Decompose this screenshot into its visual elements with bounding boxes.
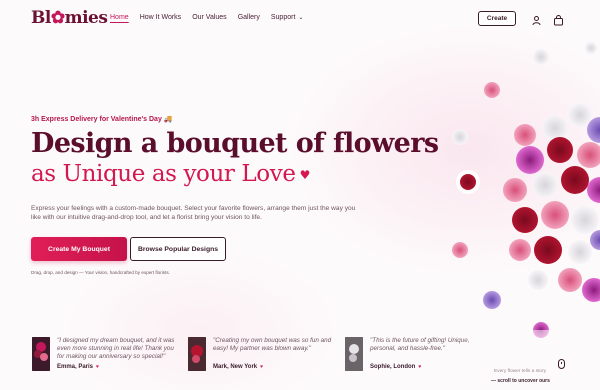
user-icon[interactable] [531, 13, 542, 26]
nav-support-label: Support [270, 14, 296, 21]
nav-home[interactable]: Home [110, 14, 129, 21]
site-header: Bl✿mies Home How It Works Our Values Gal… [0, 0, 600, 38]
flower [571, 206, 599, 234]
browse-popular-designs-button[interactable]: Browse Popular Designs [130, 237, 226, 261]
logo[interactable]: Bl✿mies [31, 8, 108, 28]
heart-icon: ♥ [260, 364, 264, 370]
delivery-eyebrow: 3h Express Delivery for Valentine's Day 🚚 [31, 116, 173, 123]
flower [503, 178, 527, 202]
flower [516, 146, 544, 174]
flower [452, 129, 468, 145]
main-nav: Home How It Works Our Values Gallery Sup… [110, 14, 303, 21]
headline-line-1: Design a bouquet of flowers [31, 128, 439, 159]
flower [541, 201, 569, 229]
flower [547, 137, 573, 163]
flower [542, 115, 568, 141]
flower [509, 239, 531, 261]
bouquet-illustration [452, 42, 600, 338]
truck-icon: 🚚 [163, 116, 173, 123]
hero-description: Express your feelings with a custom-made… [31, 205, 356, 221]
flower [568, 103, 592, 127]
flower [528, 270, 548, 290]
flower [484, 82, 500, 98]
testimonial-quote: "I designed my dream bouquet, and it was… [57, 337, 175, 360]
scroll-mouse-icon [558, 359, 565, 369]
flower [558, 268, 582, 292]
create-my-bouquet-button[interactable]: Create My Bouquet [31, 237, 127, 261]
flower [534, 236, 562, 264]
hero-note: Drag, drop, and design — Your vision, ha… [31, 270, 170, 275]
scroll-hint-line-2[interactable]: — scroll to uncover ours [491, 378, 550, 384]
nav-our-values[interactable]: Our Values [192, 14, 227, 21]
flower [577, 142, 600, 168]
testimonial-quote: "Creating my own bouquet was so fun and … [213, 337, 332, 352]
chevron-down-icon: ⌄ [298, 15, 304, 21]
flower [452, 242, 468, 258]
logo-flower-icon: ✿ [50, 8, 65, 28]
heart-icon: ♥ [418, 364, 422, 370]
flower [568, 240, 592, 264]
flower [533, 49, 549, 65]
flower [561, 166, 589, 194]
flower [590, 230, 600, 250]
flower [532, 172, 558, 198]
testimonial-photo [188, 337, 206, 371]
flower [512, 207, 538, 233]
testimonial-author: Emma, Paris ♥ [57, 364, 99, 370]
heart-icon: ♥ [299, 167, 311, 182]
testimonial-card: "Creating my own bouquet was so fun and … [188, 337, 338, 373]
testimonial-card: "I designed my dream bouquet, and it was… [32, 337, 182, 373]
testimonial-photo [32, 337, 50, 371]
nav-how-it-works[interactable]: How It Works [140, 14, 182, 21]
heart-icon: ♥ [96, 364, 99, 370]
nav-support[interactable]: Support ⌄ [271, 14, 304, 21]
testimonial-photo [345, 337, 363, 371]
flower [514, 124, 536, 146]
flower [585, 42, 597, 54]
flower [483, 291, 501, 309]
shopping-bag-icon[interactable] [553, 13, 564, 26]
nav-gallery[interactable]: Gallery [238, 14, 260, 21]
flower [460, 174, 476, 190]
scroll-hint-line-1: Every flower tells a story [494, 369, 546, 374]
create-button[interactable]: Create [478, 11, 516, 26]
testimonial-author: Mark, New York ♥ [213, 364, 264, 370]
testimonial-author: Sophie, London ♥ [370, 364, 422, 370]
headline-line-2: as Unique as your Love ♥ [31, 161, 311, 187]
flower [582, 278, 600, 302]
